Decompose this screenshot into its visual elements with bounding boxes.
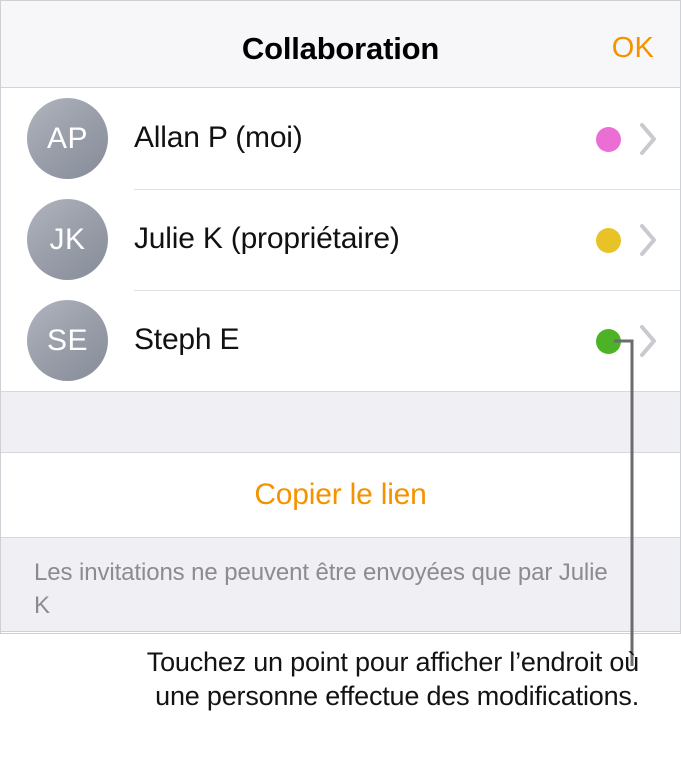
section-spacer	[1, 391, 680, 453]
page-title: Collaboration	[241, 31, 440, 66]
collaborator-row[interactable]: AP Allan P (moi)	[1, 88, 680, 189]
panel-titlebar: Collaboration OK	[1, 1, 680, 88]
presence-dot[interactable]	[596, 329, 621, 354]
avatar: JK	[27, 199, 108, 280]
chevron-right-icon[interactable]	[639, 324, 659, 358]
collaborator-row[interactable]: SE Steph E	[1, 290, 680, 391]
invitation-restriction-note: Les invitations ne peuvent être envoyées…	[34, 559, 608, 619]
collaboration-panel: Collaboration OK AP Allan P (moi) JK Jul…	[0, 0, 681, 634]
collaborator-name: Steph E	[134, 323, 240, 356]
ok-button[interactable]: OK	[612, 32, 654, 65]
avatar: AP	[27, 98, 108, 179]
annotation-caption: Touchez un point pour afficher l’endroit…	[146, 647, 639, 711]
presence-dot[interactable]	[596, 228, 621, 253]
copy-link-button[interactable]: Copier le lien	[1, 478, 680, 512]
copy-link-row[interactable]: Copier le lien	[1, 453, 680, 537]
avatar: SE	[27, 300, 108, 381]
collaborator-name: Julie K (propriétaire)	[134, 222, 400, 255]
row-separator	[134, 290, 680, 291]
collaborators-list: AP Allan P (moi) JK Julie K (propriétair…	[1, 88, 680, 391]
chevron-right-icon[interactable]	[639, 223, 659, 257]
collaborator-row[interactable]: JK Julie K (propriétaire)	[1, 189, 680, 290]
row-separator	[134, 189, 680, 190]
chevron-right-icon[interactable]	[639, 122, 659, 156]
footnote-band: Les invitations ne peuvent être envoyées…	[1, 537, 680, 632]
collaborator-name: Allan P (moi)	[134, 121, 303, 154]
presence-dot[interactable]	[596, 127, 621, 152]
